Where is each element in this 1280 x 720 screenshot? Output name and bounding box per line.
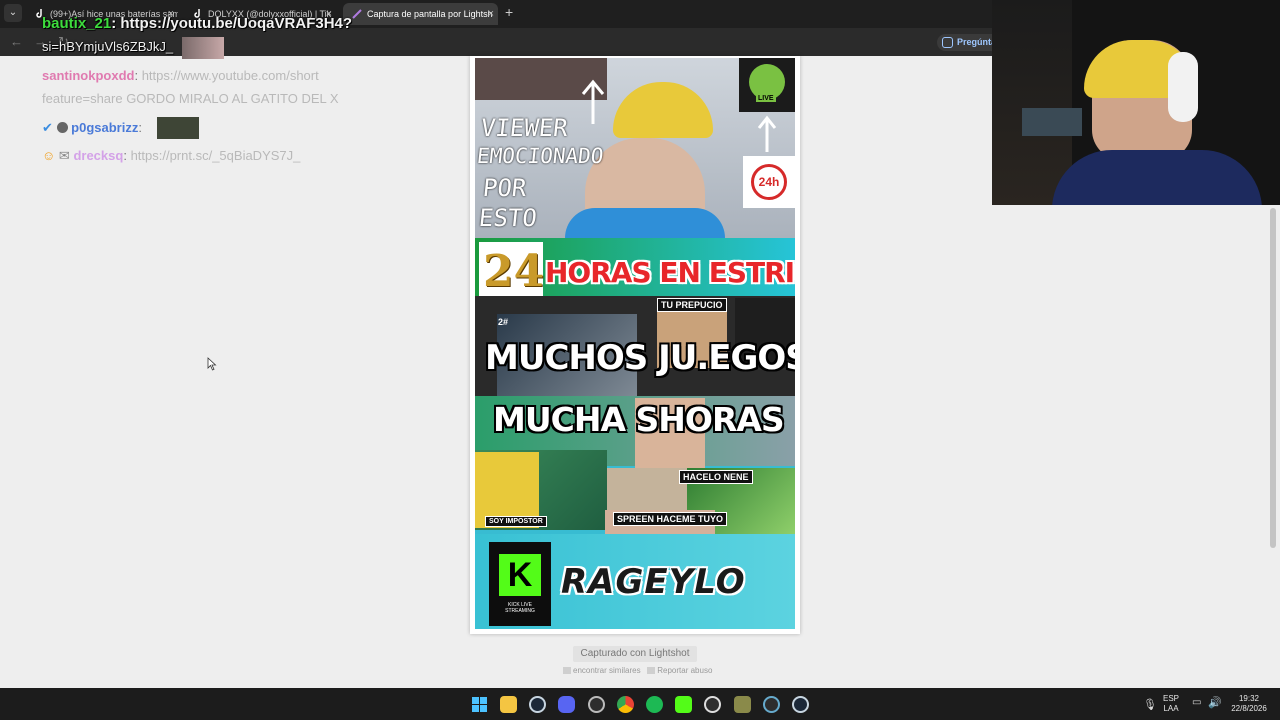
chat-separator: : bbox=[138, 120, 142, 135]
chat-link[interactable]: https://prnt.sc/_5qBiaDYS7J_ bbox=[131, 148, 301, 163]
live-badge-box: LIVE bbox=[739, 58, 795, 112]
live-label: LIVE bbox=[756, 95, 776, 102]
handwritten-text: EMOCIONADO bbox=[475, 144, 605, 168]
chat-link[interactable]: https://www.youtube.com/short bbox=[142, 68, 319, 83]
windows-start-icon[interactable] bbox=[471, 696, 488, 713]
windows-taskbar: 🎙 ESP LAA ▭ 🔊 19:32 22/8/2026 bbox=[0, 688, 1280, 720]
app-icon[interactable] bbox=[734, 696, 751, 713]
number-24-box: 24 bbox=[479, 242, 545, 304]
obs-icon[interactable] bbox=[588, 696, 605, 713]
chat-message-continued: feature=share GORDO MIRALO AL GATITO DEL… bbox=[42, 91, 339, 106]
handwritten-text: POR bbox=[481, 174, 528, 202]
handwritten-text: ESTO bbox=[477, 204, 539, 232]
chat-separator: : bbox=[111, 15, 117, 32]
spotify-icon[interactable] bbox=[646, 696, 663, 713]
kick-icon[interactable] bbox=[675, 696, 692, 713]
new-tab-button[interactable]: + bbox=[505, 4, 513, 20]
webcam-overlay bbox=[992, 0, 1280, 205]
kick-k: K bbox=[499, 554, 541, 596]
back-button[interactable]: ← bbox=[10, 34, 23, 49]
kick-caption: KICK LIVE STREAMING bbox=[505, 602, 535, 614]
clock[interactable]: 19:32 22/8/2026 bbox=[1226, 694, 1272, 714]
language-indicator[interactable]: ESP LAA bbox=[1163, 694, 1179, 714]
tab-close-icon[interactable]: × bbox=[488, 3, 494, 25]
tab-label: Captura de pantalla por Lightsh bbox=[367, 9, 493, 19]
headline-horas: HORAS EN ESTRIM bbox=[545, 256, 795, 289]
chat-username: p0gsabrizz bbox=[71, 120, 139, 135]
ask-label: Pregúnta bbox=[957, 37, 997, 47]
brand-rageylo: RAGEYLO bbox=[561, 562, 746, 602]
chat-emote bbox=[157, 117, 199, 139]
arrow-up-icon bbox=[757, 115, 777, 152]
find-similar-link[interactable]: encontrar similares bbox=[573, 666, 641, 675]
flag-icon bbox=[647, 667, 656, 674]
lightshot-feather-icon bbox=[352, 9, 362, 19]
handwritten-text: VIEWER bbox=[479, 114, 570, 142]
blue-jersey bbox=[1052, 150, 1262, 205]
chat-message: ☺ ✉ drecksq: https://prnt.sc/_5qBiaDYS7J… bbox=[42, 148, 300, 164]
chat-username: bautix_21 bbox=[42, 15, 112, 32]
file-explorer-icon[interactable] bbox=[500, 696, 517, 713]
steam-icon[interactable] bbox=[529, 696, 546, 713]
badge-24h-box: 24h bbox=[743, 156, 795, 208]
chat-username: santinokpoxdd bbox=[42, 68, 135, 83]
copilot-icon bbox=[942, 37, 953, 48]
badge-icon bbox=[56, 122, 68, 133]
captured-with-lightshot: Capturado con Lightshot bbox=[573, 646, 697, 662]
arrow-up-icon bbox=[581, 79, 605, 124]
chrome-icon[interactable] bbox=[617, 696, 634, 713]
lang-top: ESP bbox=[1163, 694, 1180, 703]
app-icon[interactable] bbox=[763, 696, 780, 713]
ccleaner-icon[interactable] bbox=[704, 696, 721, 713]
kick-logo-box: K KICK LIVE STREAMING bbox=[489, 542, 551, 626]
chat-separator: : bbox=[123, 148, 127, 163]
window-lights bbox=[1022, 108, 1082, 136]
caption-tag: SPREEN HACEME TUYO bbox=[613, 512, 728, 526]
chat-emote bbox=[182, 37, 224, 59]
clock-time: 19:32 bbox=[1238, 694, 1260, 703]
white-headphones bbox=[1168, 52, 1198, 122]
caption-tag: HACELO NENE bbox=[679, 470, 753, 484]
microphone-icon[interactable]: 🎙 bbox=[1143, 698, 1157, 711]
mail-badge-icon: ✉ bbox=[58, 148, 70, 163]
emoji-icon: ☺ bbox=[42, 148, 56, 163]
chat-message: ✔ p0gsabrizz: bbox=[42, 120, 142, 136]
network-icon[interactable]: ▭ bbox=[1192, 697, 1201, 708]
discord-icon[interactable] bbox=[558, 696, 575, 713]
clock-24h-icon: 24h bbox=[751, 164, 787, 200]
tab-search-menu-button[interactable]: ⌄ bbox=[4, 4, 22, 22]
page-scrollbar[interactable] bbox=[1270, 208, 1276, 548]
chat-username: drecksq bbox=[73, 148, 124, 163]
volume-icon[interactable]: 🔊 bbox=[1208, 696, 1222, 709]
headline-mucha: MUCHA SHORAS bbox=[493, 400, 785, 439]
chat-message-continued: si=hBYmjuVls6ZBJkJ_ bbox=[42, 39, 174, 54]
search-image-icon bbox=[563, 667, 571, 674]
caption-tag: SOY IMPOSTOR bbox=[485, 516, 547, 527]
lang-bottom: LAA bbox=[1163, 704, 1179, 713]
verified-icon: ✔ bbox=[42, 120, 53, 135]
lightshot-links: encontrar similares Reportar abuso bbox=[563, 666, 712, 675]
clock-date: 22/8/2026 bbox=[1231, 704, 1267, 713]
screenshot-image[interactable]: VIEWER EMOCIONADO POR ESTO LIVE 24h 24 H… bbox=[475, 58, 795, 629]
chat-separator: : bbox=[134, 68, 139, 83]
chat-link[interactable]: https://youtu.be/UoqaVRAF3H4? bbox=[120, 15, 352, 32]
headline-muchos: MUCHOS JU.EGOS bbox=[485, 338, 795, 378]
tab-lightshot[interactable]: Captura de pantalla por Lightsh × bbox=[343, 3, 498, 25]
mouse-cursor-icon bbox=[207, 357, 217, 371]
chat-message: bautix_21: https://youtu.be/UoqaVRAF3H4? bbox=[42, 15, 352, 32]
number-24: 24 bbox=[483, 246, 545, 297]
room-background bbox=[992, 0, 1072, 205]
report-abuse-link[interactable]: Reportar abuso bbox=[657, 666, 712, 675]
steam-icon[interactable] bbox=[792, 696, 809, 713]
chat-message: santinokpoxdd: https://www.youtube.com/s… bbox=[42, 68, 319, 83]
caption-tag: TU PREPUCIO bbox=[657, 298, 727, 312]
caption-tag: 2# bbox=[498, 317, 509, 327]
